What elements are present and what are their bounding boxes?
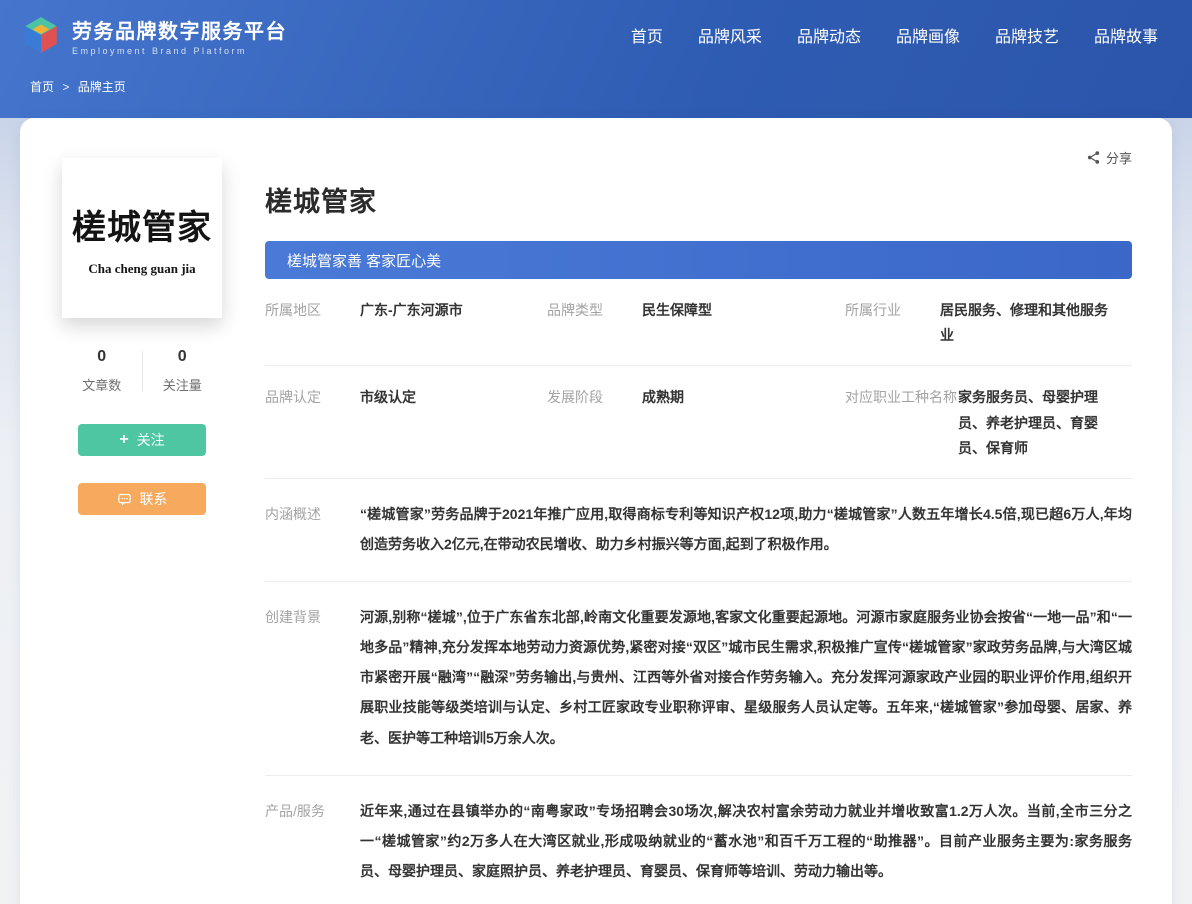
platform-title: 劳务品牌数字服务平台 (72, 15, 287, 44)
stat-articles-value: 0 (62, 348, 142, 366)
platform-subtitle: Employment Brand Platform (72, 46, 287, 56)
brand-detail-panel: 分享 槎城管家 槎城管家善 客家匠心美 所属地区 广东-广东河源市 品牌类型 民… (265, 152, 1132, 904)
brand-slogan-banner: 槎城管家善 客家匠心美 (265, 241, 1132, 279)
section-products-text: 近年来,通过在县镇举办的“南粤家政”专场招聘会30场次,解决农村富余劳动力就业并… (360, 796, 1132, 886)
share-label: 分享 (1106, 148, 1132, 167)
field-industry: 所属行业 居民服务、修理和其他服务业 (845, 298, 1132, 348)
breadcrumb-current: 品牌主页 (78, 80, 126, 94)
nav-home[interactable]: 首页 (631, 23, 663, 47)
top-header-area: 劳务品牌数字服务平台 Employment Brand Platform 首页 … (0, 0, 1192, 118)
follow-button-label: 关注 (137, 430, 165, 450)
main-nav: 首页 品牌风采 品牌动态 品牌画像 品牌技艺 品牌故事 (631, 23, 1158, 47)
section-background-label: 创建背景 (265, 602, 360, 752)
section-overview-label: 内涵概述 (265, 499, 360, 559)
platform-brand-text: 劳务品牌数字服务平台 Employment Brand Platform (72, 15, 287, 56)
field-region-value: 广东-广东河源市 (360, 298, 463, 323)
nav-brand-skills[interactable]: 品牌技艺 (995, 23, 1059, 47)
nav-brand-story[interactable]: 品牌故事 (1094, 23, 1158, 47)
nav-brand-style[interactable]: 品牌风采 (698, 23, 762, 47)
stat-followers-value: 0 (143, 348, 223, 366)
share-icon (1086, 150, 1101, 165)
field-brand-type-label: 品牌类型 (547, 298, 642, 323)
field-brand-type: 品牌类型 民生保障型 (547, 298, 845, 348)
brand-profile-card: 槎城管家 Cha cheng guan jia 0 文章数 0 关注量 + 关注 (20, 118, 1172, 904)
share-button[interactable]: 分享 (1086, 148, 1132, 167)
field-brand-type-value: 民生保障型 (642, 298, 712, 323)
brand-logo-text-cn: 槎城管家 (72, 200, 212, 249)
stat-articles: 0 文章数 (62, 348, 142, 394)
section-background-text: 河源,别称“槎城”,位于广东省东北部,岭南文化重要发源地,客家文化重要起源地。河… (360, 602, 1132, 752)
nav-brand-portrait[interactable]: 品牌画像 (896, 23, 960, 47)
field-occupations-value: 家务服务员、母婴护理员、养老护理员、育婴员、保育师 (958, 385, 1120, 461)
plus-icon: + (119, 432, 128, 448)
section-overview: 内涵概述 “槎城管家”劳务品牌于2021年推广应用,取得商标专利等知识产权12项… (265, 479, 1132, 582)
field-occupations: 对应职业工种名称 家务服务员、母婴护理员、养老护理员、育婴员、保育师 (845, 385, 1132, 461)
field-region: 所属地区 广东-广东河源市 (265, 298, 547, 348)
info-row-2: 品牌认定 市级认定 发展阶段 成熟期 对应职业工种名称 家务服务员、母婴护理员、… (265, 366, 1132, 479)
follow-button[interactable]: + 关注 (78, 424, 206, 456)
field-certification: 品牌认定 市级认定 (265, 385, 547, 461)
field-occupations-label: 对应职业工种名称 (845, 385, 958, 410)
breadcrumb-separator: > (62, 80, 69, 94)
breadcrumb: 首页 > 品牌主页 (0, 70, 1192, 95)
nav-brand-news[interactable]: 品牌动态 (797, 23, 861, 47)
platform-logo-icon (20, 14, 62, 56)
field-region-label: 所属地区 (265, 298, 360, 323)
field-certification-value: 市级认定 (360, 385, 416, 410)
field-stage-label: 发展阶段 (547, 385, 642, 410)
stat-followers: 0 关注量 (143, 348, 223, 394)
platform-brand[interactable]: 劳务品牌数字服务平台 Employment Brand Platform (20, 14, 287, 56)
page-title: 槎城管家 (265, 180, 1132, 219)
section-products: 产品/服务 近年来,通过在县镇举办的“南粤家政”专场招聘会30场次,解决农村富余… (265, 776, 1132, 904)
app-header: 劳务品牌数字服务平台 Employment Brand Platform 首页 … (0, 0, 1192, 70)
section-overview-text: “槎城管家”劳务品牌于2021年推广应用,取得商标专利等知识产权12项,助力“槎… (360, 499, 1132, 559)
brand-logo-image: 槎城管家 Cha cheng guan jia (62, 158, 222, 318)
profile-stats: 0 文章数 0 关注量 (62, 348, 222, 394)
brand-logo-text-en: Cha cheng guan jia (88, 261, 195, 277)
section-background: 创建背景 河源,别称“槎城”,位于广东省东北部,岭南文化重要发源地,客家文化重要… (265, 582, 1132, 775)
field-industry-label: 所属行业 (845, 298, 940, 323)
chat-icon (117, 492, 132, 507)
field-stage: 发展阶段 成熟期 (547, 385, 845, 461)
contact-button-label: 联系 (140, 489, 168, 509)
profile-sidebar: 槎城管家 Cha cheng guan jia 0 文章数 0 关注量 + 关注 (62, 152, 265, 904)
stat-followers-label: 关注量 (143, 375, 223, 394)
stat-articles-label: 文章数 (62, 375, 142, 394)
section-products-label: 产品/服务 (265, 796, 360, 886)
info-row-1: 所属地区 广东-广东河源市 品牌类型 民生保障型 所属行业 居民服务、修理和其他… (265, 279, 1132, 366)
field-certification-label: 品牌认定 (265, 385, 360, 410)
contact-button[interactable]: 联系 (78, 483, 206, 515)
field-stage-value: 成熟期 (642, 385, 684, 410)
field-industry-value: 居民服务、修理和其他服务业 (940, 298, 1120, 348)
breadcrumb-home[interactable]: 首页 (30, 80, 54, 94)
